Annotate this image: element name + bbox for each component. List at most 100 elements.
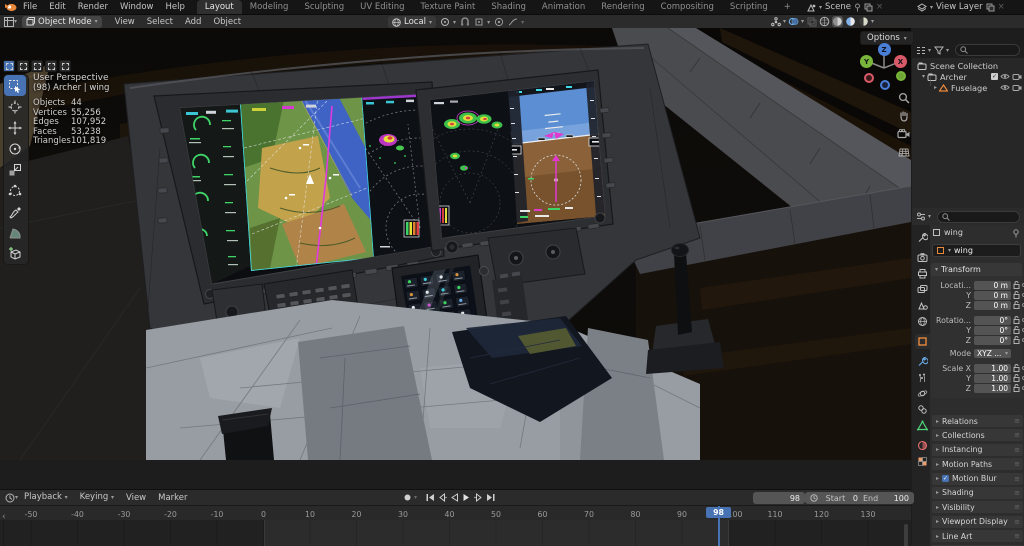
tab-object-data[interactable] (914, 418, 930, 433)
scale-x-row[interactable]: Scale X 1.00 (931, 363, 1024, 373)
timeline-ruler[interactable]: -50 -40 -30 -20 -10 0 10 20 30 40 50 60 … (0, 506, 911, 520)
menu-render[interactable]: Render (72, 0, 114, 14)
checkbox-icon[interactable]: ✓ (942, 475, 950, 483)
eye-icon[interactable] (1000, 73, 1010, 80)
lock-open-icon[interactable] (1013, 384, 1020, 392)
new-scene-icon[interactable] (864, 3, 873, 12)
viewport-menu-view[interactable]: View (109, 15, 141, 29)
blender-logo-icon[interactable] (4, 3, 17, 12)
scale-y-row[interactable]: Y 1.00 (931, 373, 1024, 383)
outliner-filter-icon[interactable] (933, 45, 944, 56)
tab-view-layer[interactable] (914, 282, 930, 297)
editor-type-icon[interactable] (3, 16, 14, 27)
workspace-tab-shading[interactable]: Shading (483, 0, 534, 14)
section-shading[interactable]: ▸ Shading ≡ (932, 486, 1023, 499)
location-x-row[interactable]: Locati... 0 m (931, 280, 1024, 290)
lock-open-icon[interactable] (1013, 301, 1020, 309)
tab-constraints[interactable] (914, 402, 930, 417)
timeline-scrollbar[interactable] (904, 524, 908, 546)
lock-open-icon[interactable] (1013, 336, 1020, 344)
workspace-tab-compositing[interactable]: Compositing (653, 0, 722, 14)
jump-to-start-button[interactable] (425, 492, 436, 503)
section-motion-blur[interactable]: ▸ ✓ Motion Blur ≡ (932, 472, 1023, 485)
tool-select-box[interactable] (4, 75, 26, 96)
current-frame-field[interactable]: 98 (753, 492, 805, 504)
select-mode-subtract[interactable] (31, 60, 43, 72)
play-button[interactable] (461, 492, 472, 503)
tool-transform[interactable] (4, 180, 26, 201)
camera-icon[interactable] (1012, 73, 1022, 80)
camera-view-icon[interactable] (896, 126, 911, 141)
properties-search-input[interactable] (937, 210, 1020, 223)
viewport-menu-select[interactable]: Select (141, 15, 179, 29)
section-line-art[interactable]: ▸ Line Art ≡ (932, 530, 1023, 543)
tab-physics[interactable] (914, 386, 930, 401)
expanded-icon[interactable]: ▾ (922, 73, 925, 80)
outliner-search-input[interactable] (955, 44, 1020, 56)
pivot-point-icon[interactable] (439, 17, 450, 28)
tool-scale[interactable] (4, 159, 26, 180)
transform-panel-header[interactable]: ▾ Transform (931, 263, 1022, 276)
tool-add-cube[interactable] (4, 243, 26, 264)
menu-edit[interactable]: Edit (43, 0, 71, 14)
lock-open-icon[interactable] (1013, 316, 1020, 324)
gizmo-y-axis[interactable]: Y (860, 55, 873, 68)
section-collections[interactable]: ▸ Collections ≡ (932, 429, 1023, 442)
tool-rotate[interactable] (4, 138, 26, 159)
falloff-curve-icon[interactable] (507, 17, 518, 28)
navigation-gizmo[interactable]: Z Y X (856, 40, 912, 96)
section-relations[interactable]: ▸ Relations ≡ (932, 415, 1023, 427)
rotation-x-row[interactable]: Rotatio... 0° (931, 315, 1024, 325)
add-workspace-button[interactable]: + (776, 0, 799, 14)
workspace-tab-layout[interactable]: Layout (196, 0, 242, 14)
menu-window[interactable]: Window (114, 0, 160, 14)
mode-dropdown[interactable]: Object Mode ▾ (22, 15, 102, 28)
location-z-row[interactable]: Z0 m (931, 300, 1024, 310)
rotation-z-row[interactable]: Z 0° (931, 335, 1024, 345)
lock-open-icon[interactable] (1013, 374, 1020, 382)
gizmo-x-neg[interactable] (864, 73, 874, 83)
lock-open-icon[interactable] (1013, 291, 1020, 299)
object-name-field[interactable]: ▾ wing (932, 244, 1021, 257)
collapsed-icon[interactable]: ▸ (934, 84, 937, 91)
workspace-tab-texture-paint[interactable]: Texture Paint (413, 0, 484, 14)
lock-open-icon[interactable] (1013, 364, 1020, 372)
shading-solid-icon[interactable] (832, 16, 844, 27)
proportional-editing-icon[interactable] (493, 17, 504, 28)
gizmo-x-axis[interactable]: X (894, 55, 907, 68)
checkbox-icon[interactable]: ✓ (991, 73, 998, 80)
tool-cursor[interactable] (4, 96, 26, 117)
pin-icon[interactable] (1012, 229, 1020, 238)
outliner-item-fuselage[interactable]: │ ▸ Fuselage (912, 76, 1024, 93)
location-y-row[interactable]: Y0 m (931, 290, 1024, 300)
viewport-menu-add[interactable]: Add (179, 15, 207, 29)
properties-editor-icon[interactable] (915, 211, 926, 222)
workspace-tab-modeling[interactable]: Modeling (242, 0, 297, 14)
outliner-item-scene-collection[interactable]: Scene Collection (912, 60, 1024, 71)
gizmo-y-neg[interactable] (896, 71, 906, 81)
orthographic-grid-icon[interactable] (896, 144, 911, 159)
zoom-icon[interactable] (896, 90, 911, 105)
pin-icon[interactable] (854, 3, 861, 12)
workspace-tab-uv-editing[interactable]: UV Editing (352, 0, 412, 14)
lock-open-icon[interactable] (1013, 281, 1020, 289)
tab-output[interactable] (914, 266, 930, 281)
select-mode-extend[interactable] (17, 60, 29, 72)
camera-icon[interactable] (1012, 84, 1022, 91)
tab-material[interactable] (914, 438, 930, 453)
timeline-menu-keying[interactable]: Keying ▾ (74, 490, 120, 505)
tool-annotate[interactable] (4, 201, 26, 222)
timeline-editor-icon[interactable] (4, 492, 15, 503)
play-reverse-button[interactable] (449, 492, 460, 503)
jump-to-end-button[interactable] (485, 492, 496, 503)
tab-object[interactable] (915, 334, 930, 349)
timeline-expand-chevron[interactable]: ‹ (2, 512, 6, 522)
tab-render[interactable] (914, 250, 930, 265)
select-mode-new[interactable] (3, 60, 15, 72)
tab-modifiers[interactable] (914, 354, 930, 369)
menu-help[interactable]: Help (159, 0, 190, 14)
tab-particles[interactable] (914, 370, 930, 385)
workspace-tab-sculpting[interactable]: Sculpting (296, 0, 352, 14)
rotation-mode-dropdown[interactable]: XYZ ... ▾ (974, 348, 1011, 358)
tab-scene[interactable] (914, 298, 930, 313)
